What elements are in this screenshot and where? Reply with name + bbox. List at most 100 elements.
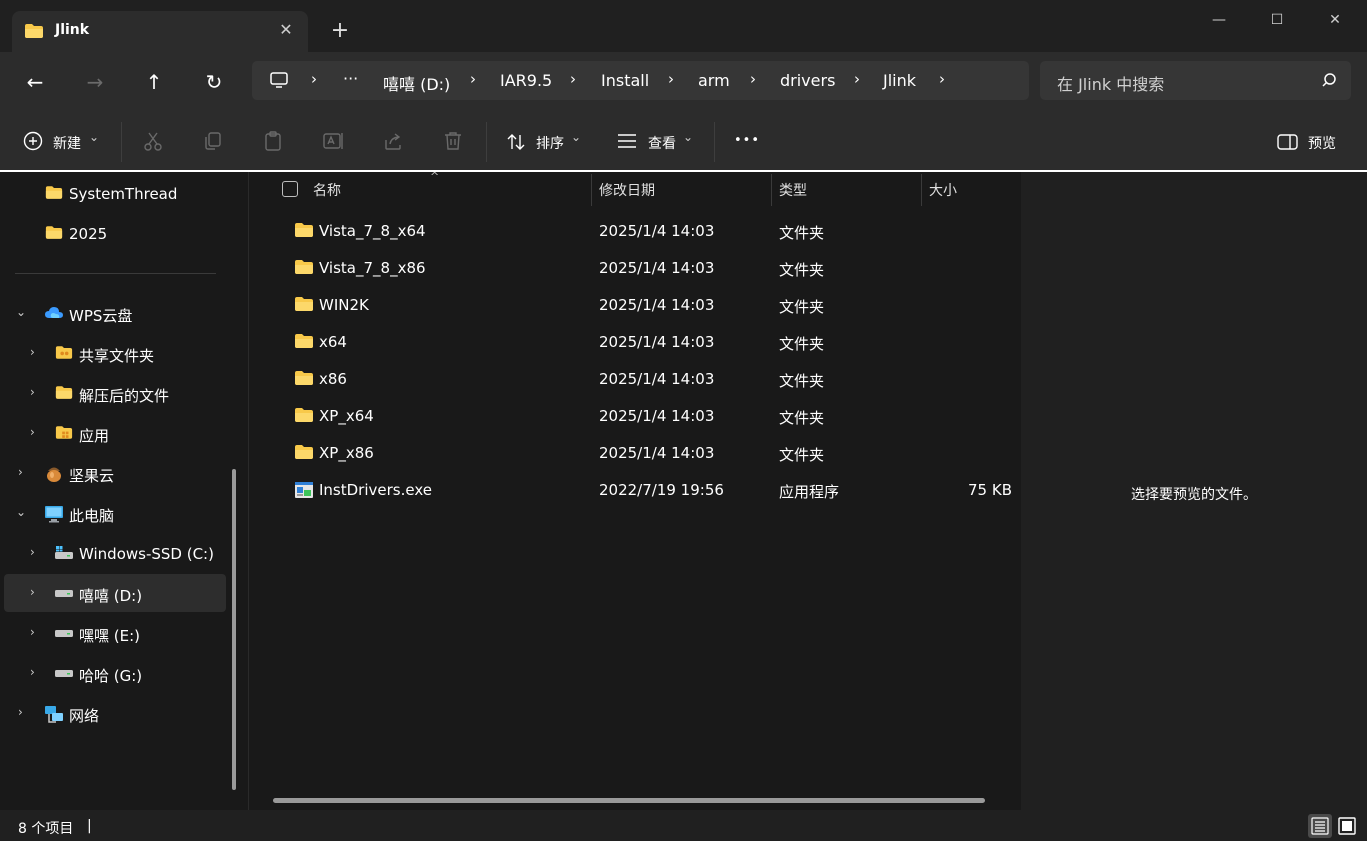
- breadcrumb-chevron[interactable]: ›: [939, 70, 945, 88]
- rename-icon[interactable]: [322, 130, 344, 152]
- tab-close-icon[interactable]: ✕: [275, 19, 297, 41]
- chevron-down-icon[interactable]: ⌄: [571, 130, 581, 144]
- back-button[interactable]: ←: [17, 64, 53, 100]
- expand-icon[interactable]: ›: [30, 665, 35, 679]
- new-button[interactable]: 新建: [53, 133, 81, 153]
- new-tab-button[interactable]: +: [328, 18, 352, 44]
- file-row[interactable]: WIN2K 2025/1/4 14:03 文件夹: [280, 286, 1020, 323]
- expand-icon[interactable]: ›: [18, 705, 23, 719]
- pc-icon: [44, 505, 64, 527]
- column-header-size[interactable]: 大小: [929, 180, 957, 200]
- search-input[interactable]: 在 Jlink 中搜索: [1040, 61, 1351, 100]
- expand-icon[interactable]: ›: [30, 585, 35, 599]
- breadcrumb-chevron[interactable]: ›: [570, 70, 576, 88]
- details-view-button[interactable]: [1308, 814, 1332, 838]
- breadcrumb-item[interactable]: Jlink: [883, 71, 916, 90]
- preview-button[interactable]: 预览: [1308, 133, 1336, 153]
- breadcrumb-more[interactable]: ···: [343, 69, 358, 88]
- chevron-down-icon[interactable]: ⌄: [683, 130, 693, 144]
- view-button[interactable]: 查看: [648, 133, 676, 153]
- breadcrumb-chevron[interactable]: ›: [470, 70, 476, 88]
- sidebar-item-systemthread[interactable]: SystemThread: [4, 174, 226, 212]
- column-header-modified[interactable]: 修改日期: [599, 180, 655, 200]
- minimize-button[interactable]: —: [1196, 8, 1242, 32]
- toolbar-divider: [714, 122, 715, 162]
- tiles-view-button[interactable]: [1335, 814, 1359, 838]
- breadcrumb-item[interactable]: 嘻嘻 (D:): [383, 71, 450, 95]
- breadcrumb-chevron[interactable]: ›: [668, 70, 674, 88]
- column-header-name[interactable]: 名称: [313, 180, 341, 200]
- file-row[interactable]: XP_x86 2025/1/4 14:03 文件夹: [280, 434, 1020, 471]
- sidebar-item-drive-d[interactable]: › 嘻嘻 (D:): [4, 574, 226, 612]
- sidebar-item-apps[interactable]: › 应用: [4, 414, 226, 452]
- file-row[interactable]: x64 2025/1/4 14:03 文件夹: [280, 323, 1020, 360]
- expand-icon[interactable]: ›: [30, 625, 35, 639]
- column-divider[interactable]: [771, 174, 772, 206]
- search-icon: [1321, 72, 1337, 92]
- sidebar-scrollbar[interactable]: [232, 469, 236, 790]
- chevron-down-icon[interactable]: ⌄: [89, 130, 99, 144]
- breadcrumb-chevron[interactable]: ›: [311, 70, 317, 88]
- sidebar-item-label: 哈哈 (G:): [79, 667, 143, 685]
- collapse-icon[interactable]: ⌄: [16, 505, 26, 519]
- breadcrumb-item[interactable]: Install: [601, 71, 649, 90]
- sidebar-item-drive-g[interactable]: › 哈哈 (G:): [4, 654, 226, 692]
- forward-button[interactable]: →: [77, 64, 113, 100]
- sort-button[interactable]: 排序: [536, 133, 564, 153]
- folder-icon: [45, 185, 63, 204]
- column-divider[interactable]: [591, 174, 592, 206]
- status-separator: |: [87, 818, 92, 834]
- sidebar-item-shared-folder[interactable]: › 共享文件夹: [4, 334, 226, 372]
- file-name: x64: [319, 333, 347, 351]
- expand-icon[interactable]: ›: [30, 425, 35, 439]
- breadcrumb-item[interactable]: IAR9.5: [500, 71, 552, 90]
- sidebar-item-network[interactable]: › 网络: [4, 694, 226, 732]
- expand-icon[interactable]: ›: [18, 465, 23, 479]
- column-divider[interactable]: [921, 174, 922, 206]
- drive-icon: [54, 627, 74, 643]
- file-row[interactable]: Vista_7_8_x64 2025/1/4 14:03 文件夹: [280, 212, 1020, 249]
- select-all-checkbox[interactable]: [282, 181, 298, 197]
- sidebar-item-jianguoyun[interactable]: › 坚果云: [4, 454, 226, 492]
- collapse-icon[interactable]: ⌄: [16, 305, 26, 319]
- tab-jlink[interactable]: Jlink ✕: [12, 11, 308, 52]
- close-window-button[interactable]: ✕: [1312, 8, 1358, 32]
- folder-icon: [294, 407, 314, 427]
- horizontal-scrollbar[interactable]: [273, 798, 985, 803]
- sidebar-item-2025[interactable]: 2025: [4, 214, 226, 252]
- paste-icon[interactable]: [262, 130, 284, 152]
- sidebar-item-label: 应用: [79, 427, 110, 445]
- address-bar[interactable]: › ··· 嘻嘻 (D:) › IAR9.5 › Install › arm ›…: [252, 61, 1029, 100]
- file-type: 文件夹: [779, 409, 825, 427]
- share-icon[interactable]: [382, 130, 404, 152]
- cut-icon[interactable]: [142, 130, 164, 152]
- shared-folder-icon: [55, 345, 73, 364]
- file-row[interactable]: InstDrivers.exe 2022/7/19 19:56 应用程序 75 …: [280, 471, 1020, 508]
- file-row[interactable]: Vista_7_8_x86 2025/1/4 14:03 文件夹: [280, 249, 1020, 286]
- copy-icon[interactable]: [202, 130, 224, 152]
- sort-icon: [506, 132, 528, 154]
- breadcrumb-item[interactable]: drivers: [780, 71, 835, 90]
- column-header-type[interactable]: 类型: [779, 180, 807, 200]
- breadcrumb-item[interactable]: arm: [698, 71, 730, 90]
- refresh-button[interactable]: ↻: [196, 64, 232, 100]
- search-placeholder: 在 Jlink 中搜索: [1057, 75, 1165, 94]
- more-options-button[interactable]: •••: [734, 133, 760, 148]
- expand-icon[interactable]: ›: [30, 545, 35, 559]
- breadcrumb-chevron[interactable]: ›: [854, 70, 860, 88]
- delete-icon[interactable]: [442, 130, 464, 152]
- expand-icon[interactable]: ›: [30, 385, 35, 399]
- expand-icon[interactable]: ›: [30, 345, 35, 359]
- file-row[interactable]: x86 2025/1/4 14:03 文件夹: [280, 360, 1020, 397]
- sidebar-item-drive-e[interactable]: › 嘿嘿 (E:): [4, 614, 226, 652]
- maximize-button[interactable]: ☐: [1254, 8, 1300, 32]
- file-type: 文件夹: [779, 335, 825, 353]
- up-button[interactable]: ↑: [136, 64, 172, 100]
- sidebar-item-wps-cloud[interactable]: ⌄ WPS云盘: [4, 294, 226, 332]
- breadcrumb-chevron[interactable]: ›: [750, 70, 756, 88]
- details-view-icon: [1311, 817, 1329, 835]
- sidebar-item-drive-c[interactable]: › Windows-SSD (C:): [4, 534, 226, 572]
- file-row[interactable]: XP_x64 2025/1/4 14:03 文件夹: [280, 397, 1020, 434]
- sidebar-item-extracted-files[interactable]: › 解压后的文件: [4, 374, 226, 412]
- sidebar-item-this-pc[interactable]: ⌄ 此电脑: [4, 494, 226, 532]
